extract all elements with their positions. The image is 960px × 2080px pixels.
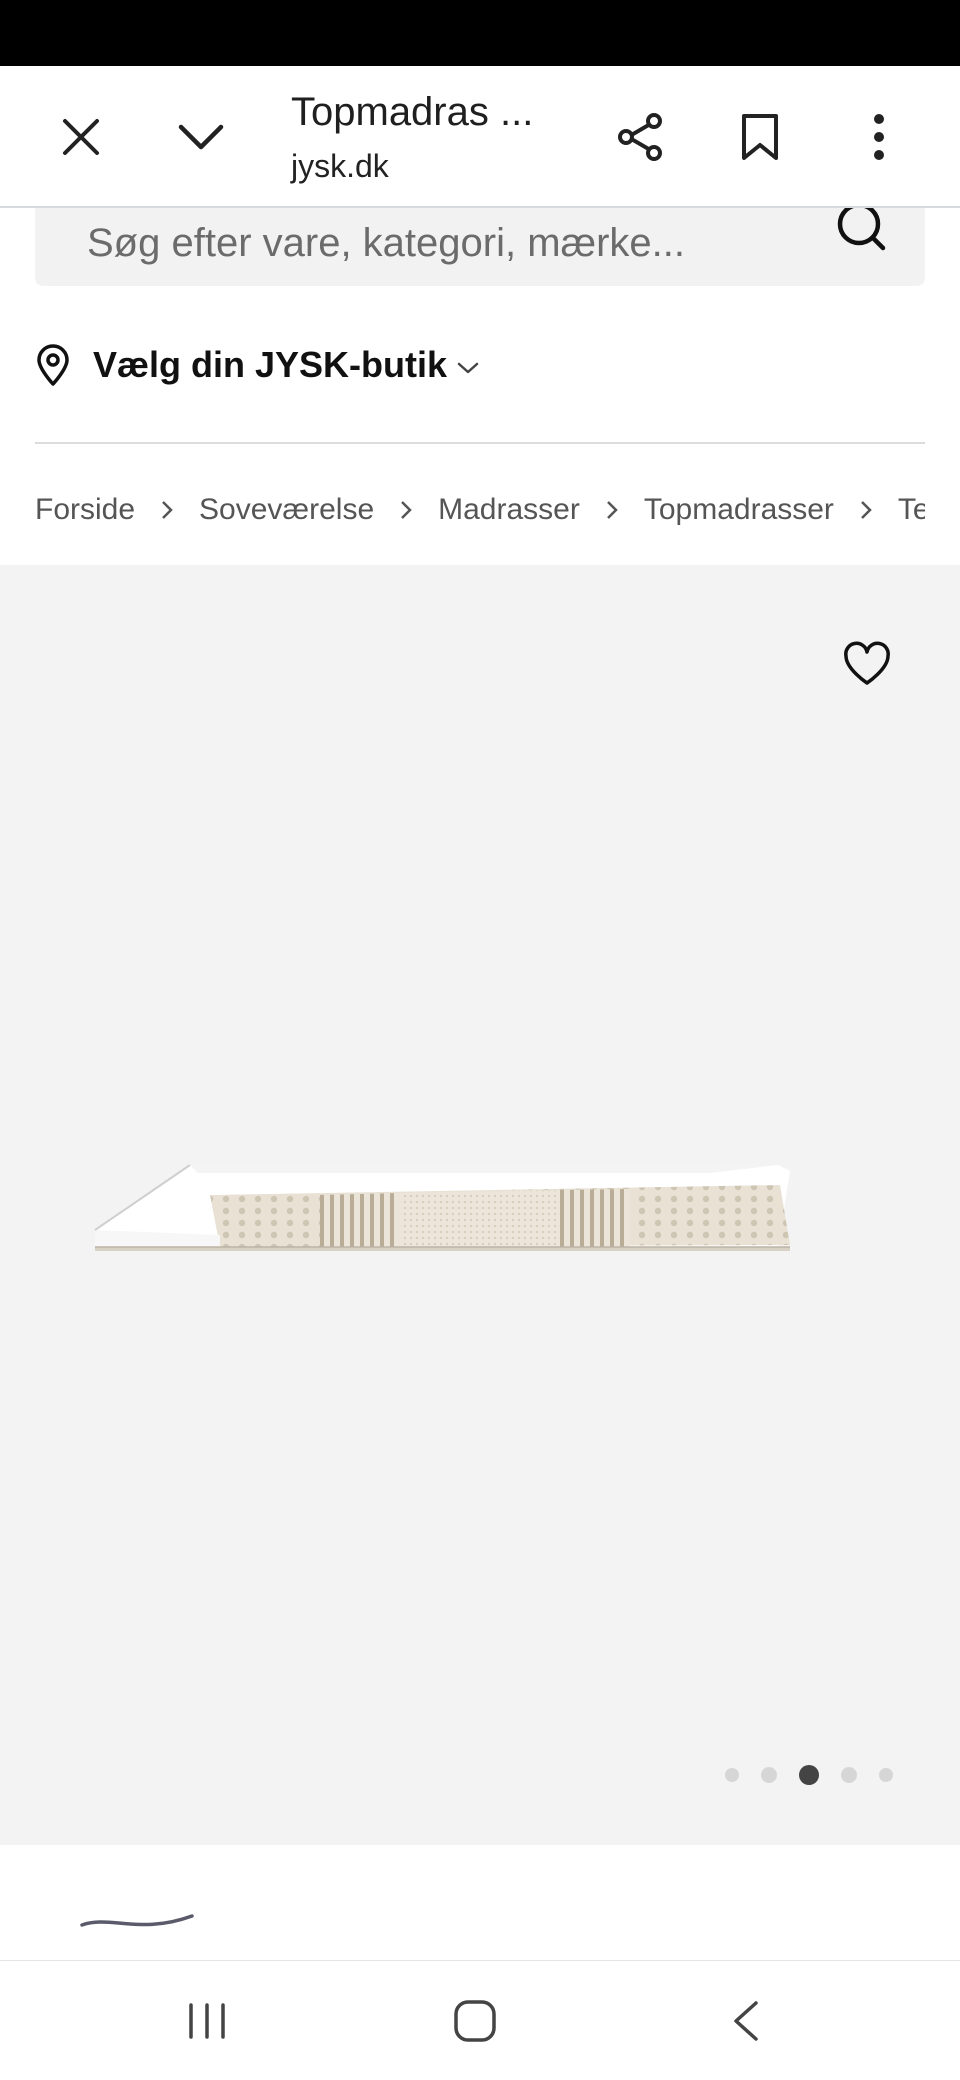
store-selector[interactable]: Vælg din JYSK-butik	[35, 330, 479, 400]
chevron-right-icon	[606, 500, 618, 520]
recent-apps-button[interactable]	[157, 1981, 257, 2061]
search-button[interactable]	[831, 202, 895, 272]
back-icon	[734, 2001, 758, 2041]
system-nav-bar	[0, 1960, 960, 2080]
chevron-right-icon	[400, 500, 412, 520]
divider	[35, 442, 925, 444]
carousel-dot[interactable]	[725, 1768, 739, 1782]
favorite-button[interactable]	[842, 640, 892, 690]
chevron-right-icon	[860, 500, 872, 520]
store-selector-label: Vælg din JYSK-butik	[93, 344, 448, 385]
breadcrumb-item-current[interactable]: Te	[898, 493, 925, 527]
breadcrumb-item-madrasser[interactable]: Madrasser	[438, 493, 580, 527]
minimize-button[interactable]	[161, 97, 241, 177]
share-icon	[618, 113, 662, 161]
more-vert-icon	[874, 114, 884, 160]
bookmark-icon	[742, 114, 778, 160]
product-image-mattress-topper	[94, 1164, 790, 1251]
breadcrumb: Forside Soveværelse Madrasser Topmadrass…	[35, 480, 925, 540]
carousel-dot-active[interactable]	[799, 1765, 819, 1785]
recent-apps-icon	[189, 2003, 225, 2039]
carousel-dot[interactable]	[761, 1767, 777, 1783]
close-icon	[63, 119, 99, 155]
chevron-right-icon	[161, 500, 173, 520]
search-box	[35, 202, 925, 286]
brand-logo-area	[0, 1845, 960, 1960]
carousel-indicator	[725, 1765, 893, 1785]
back-button[interactable]	[695, 1981, 795, 2061]
home-icon	[454, 2000, 496, 2042]
chevron-down-icon	[178, 124, 224, 150]
home-button[interactable]	[425, 1981, 525, 2061]
close-button[interactable]	[41, 97, 121, 177]
product-gallery[interactable]	[0, 565, 960, 1845]
browser-toolbar: Topmadras ... jysk.dk	[0, 66, 960, 208]
breadcrumb-item-forside[interactable]: Forside	[35, 493, 135, 527]
more-options-button[interactable]	[839, 97, 919, 177]
page-domain: jysk.dk	[291, 148, 389, 184]
bookmark-button[interactable]	[720, 97, 800, 177]
search-input[interactable]	[85, 212, 809, 274]
breadcrumb-item-sovevaerelse[interactable]: Soveværelse	[199, 493, 374, 527]
share-button[interactable]	[600, 97, 680, 177]
carousel-dot[interactable]	[841, 1767, 857, 1783]
search-icon	[837, 202, 886, 251]
heart-icon	[844, 641, 890, 685]
status-bar	[0, 0, 960, 66]
chevron-down-icon	[457, 362, 479, 374]
breadcrumb-item-topmadrasser[interactable]: Topmadrasser	[644, 493, 834, 527]
location-pin-icon	[37, 344, 69, 386]
page-title: Topmadras ...	[291, 90, 534, 134]
brand-logo-swoosh	[80, 1914, 194, 1927]
carousel-dot[interactable]	[879, 1768, 893, 1782]
